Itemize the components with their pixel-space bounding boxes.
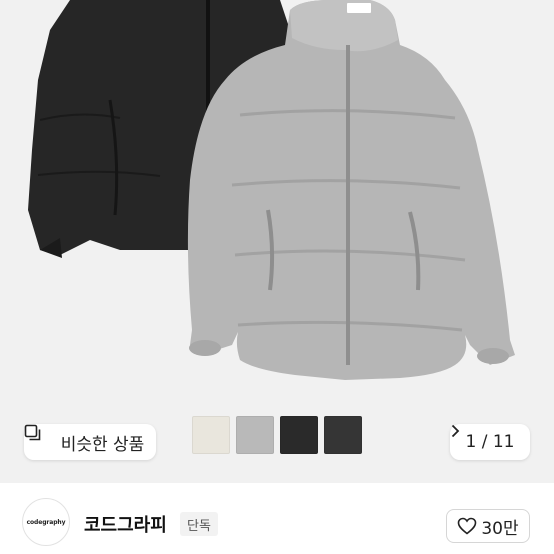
exclusive-badge: 단독 <box>180 512 218 536</box>
brand-logo-text: codegraphy <box>26 518 66 526</box>
swatch-charcoal[interactable] <box>324 416 362 454</box>
swatch-ivory[interactable] <box>192 416 230 454</box>
similar-products-icon <box>24 424 54 451</box>
puffer-jacket-image <box>0 0 554 483</box>
swatch-black[interactable] <box>280 416 318 454</box>
product-image[interactable]: 비슷한 상품 1 / 11 <box>0 0 554 483</box>
brand-logo[interactable]: codegraphy <box>22 498 70 546</box>
color-swatches <box>192 416 362 454</box>
like-count: 30만 <box>481 518 519 539</box>
chevron-right-icon <box>451 424 460 438</box>
like-button[interactable]: 30만 <box>446 509 530 543</box>
similar-products-label: 비슷한 상품 <box>60 434 145 455</box>
pager-count: 1 / 11 <box>465 432 515 452</box>
brand-name[interactable]: 코드그라피 <box>84 511 167 537</box>
brand-row: codegraphy 코드그라피 단독 30만 <box>0 483 554 554</box>
similar-products-button[interactable]: 비슷한 상품 <box>24 424 156 460</box>
swatch-light-gray[interactable] <box>236 416 274 454</box>
heart-outline-icon <box>458 517 477 535</box>
image-pager[interactable]: 1 / 11 <box>450 424 530 460</box>
